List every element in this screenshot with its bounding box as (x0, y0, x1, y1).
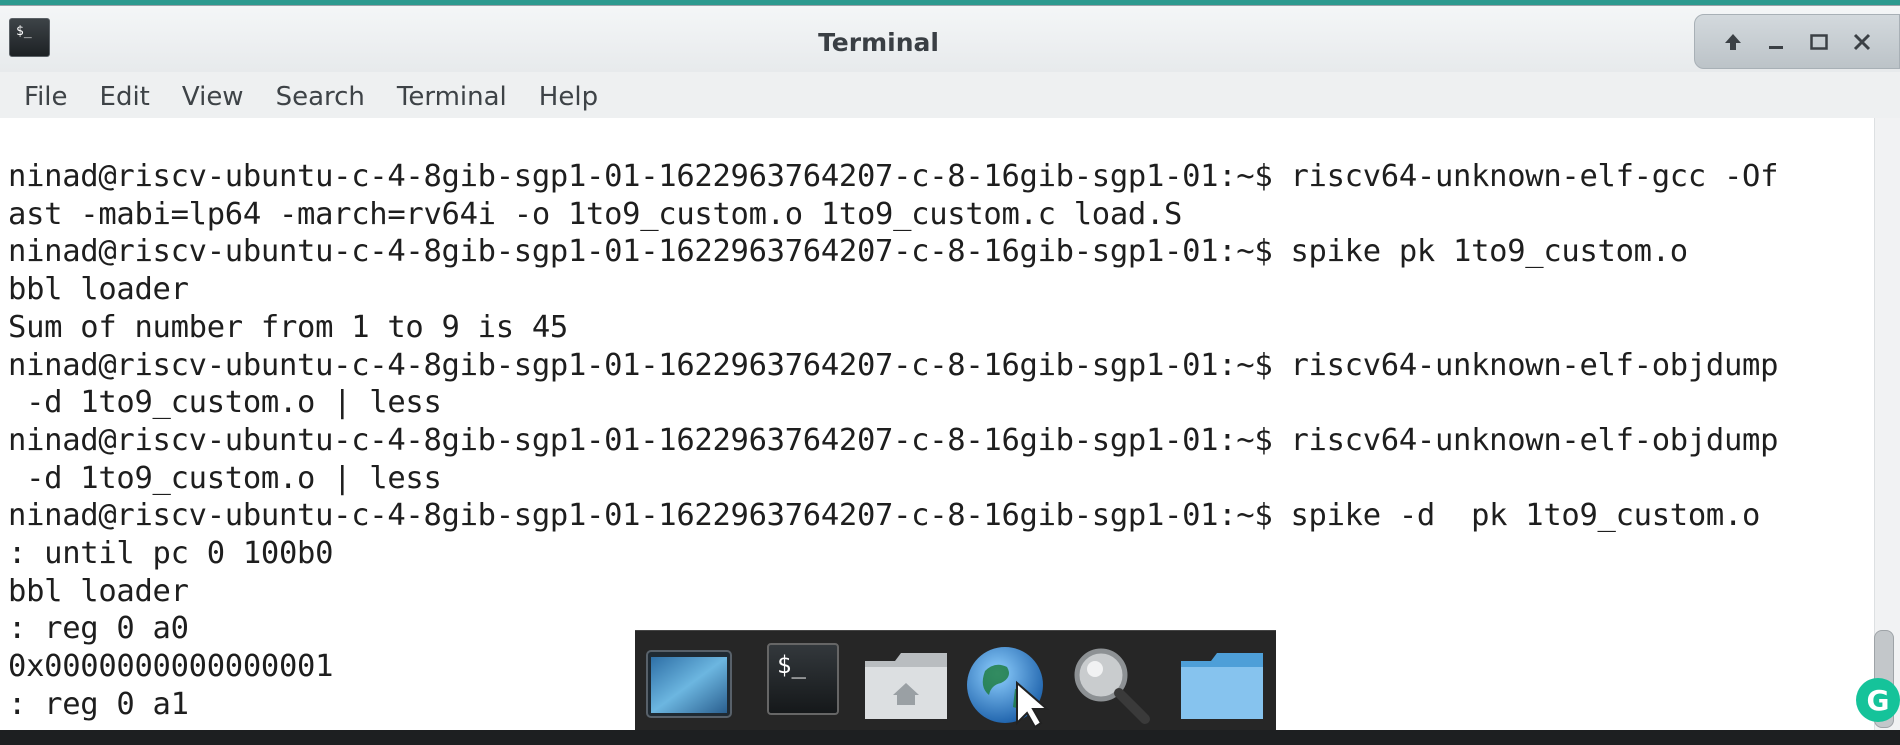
grammarly-badge-letter: G (1866, 683, 1890, 717)
grammarly-badge[interactable]: G (1856, 678, 1900, 722)
terminal-dock-icon[interactable]: $_ (767, 643, 839, 715)
title-bar[interactable]: $_ Terminal (0, 6, 1900, 73)
terminal-line: ninad@riscv-ubuntu-c-4-8gib-sgp1-01-1622… (8, 347, 1779, 383)
window-controls (1694, 14, 1900, 69)
menu-file[interactable]: File (8, 82, 84, 112)
terminal-dock-icon-text: $_ (777, 651, 806, 679)
terminal-line: bbl loader (8, 272, 189, 308)
menu-view[interactable]: View (166, 82, 260, 112)
menu-help[interactable]: Help (523, 82, 614, 112)
menu-bar: File Edit View Search Terminal Help (0, 72, 1900, 123)
terminal-line: : until pc 0 100b0 (8, 536, 334, 572)
terminal-line: bbl loader (8, 573, 189, 609)
window-title: Terminal (818, 28, 939, 57)
keep-above-icon[interactable] (1716, 25, 1750, 59)
menu-edit[interactable]: Edit (84, 82, 166, 112)
close-icon[interactable] (1845, 25, 1879, 59)
menu-search[interactable]: Search (260, 82, 381, 112)
taskbar-edge (0, 730, 1900, 745)
search-icon[interactable] (1065, 643, 1155, 729)
terminal-line: Sum of number from 1 to 9 is 45 (8, 309, 568, 345)
folder-icon[interactable] (1177, 643, 1267, 723)
menu-terminal[interactable]: Terminal (381, 82, 523, 112)
terminal-line: ast -mabi=lp64 -march=rv64i -o 1to9_cust… (8, 196, 1183, 232)
terminal-line: ninad@riscv-ubuntu-c-4-8gib-sgp1-01-1622… (8, 422, 1779, 458)
terminal-line: ninad@riscv-ubuntu-c-4-8gib-sgp1-01-1622… (8, 159, 1779, 194)
web-browser-icon[interactable] (965, 643, 1055, 729)
dock: $_ (635, 630, 1276, 735)
terminal-line: ninad@riscv-ubuntu-c-4-8gib-sgp1-01-1622… (8, 498, 1761, 534)
show-desktop-icon[interactable] (645, 643, 733, 723)
home-folder-icon[interactable] (861, 643, 951, 723)
terminal-line: ninad@riscv-ubuntu-c-4-8gib-sgp1-01-1622… (8, 234, 1688, 270)
terminal-line: -d 1to9_custom.o | less (8, 460, 442, 496)
maximize-icon[interactable] (1802, 25, 1836, 59)
minimize-icon[interactable] (1759, 25, 1793, 59)
terminal-line: -d 1to9_custom.o | less (8, 385, 442, 421)
